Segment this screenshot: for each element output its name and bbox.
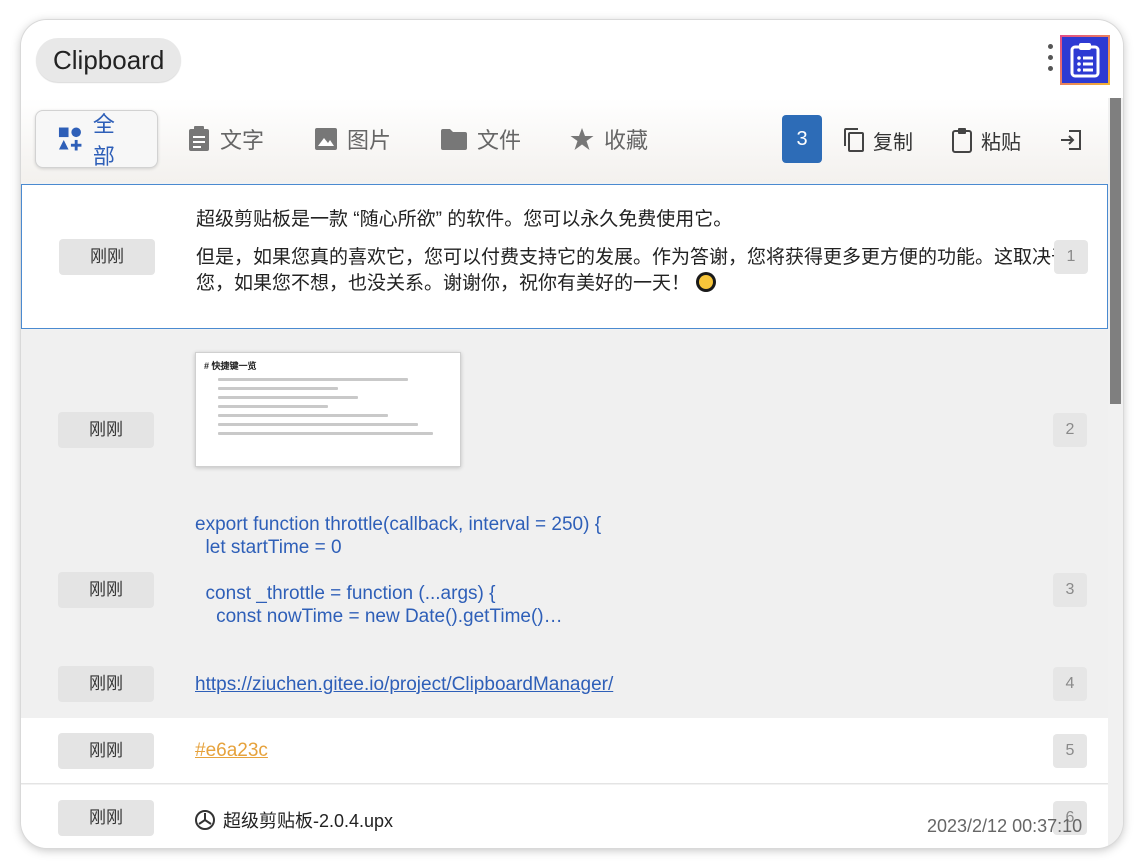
image-icon [315,128,337,150]
copy-button[interactable]: 复制 [843,125,913,155]
code-snippet: export function throttle(callback, inter… [195,514,602,627]
app-title: Clipboard [36,38,182,82]
star-icon [570,128,594,150]
tab-label: 图片 [347,128,392,153]
selected-count-badge: 3 [782,115,822,163]
tab-label: 文字 [220,128,265,153]
time-button[interactable]: 刚刚 [58,733,154,769]
time-button[interactable]: 刚刚 [58,800,154,836]
tab-label: 全部 [92,112,115,169]
item-index: 2 [1053,413,1087,447]
item-index: 3 [1053,573,1087,607]
time-button[interactable]: 刚刚 [58,412,154,448]
tab-label: 文件 [477,128,522,153]
clipboard-item-color[interactable]: 刚刚 #e6a23c 5 [21,718,1108,784]
copy-label: 复制 [873,131,913,154]
time-button[interactable]: 刚刚 [59,239,155,275]
scrollbar[interactable] [1108,98,1123,848]
tab-files[interactable]: 文件 [419,110,543,168]
tab-images[interactable]: 图片 [293,110,413,168]
clipboard-item-text[interactable]: 刚刚 超级剪贴板是一款 “随心所欲” 的软件。您可以永久免费使用它。 但是，如果… [21,184,1108,329]
package-icon [195,810,215,830]
file-name: 超级剪贴板-2.0.4.upx [223,811,394,831]
image-thumbnail: # 快捷键一览 [195,352,461,467]
timestamp-label: 2023/2/12 00:37:10 [927,816,1083,836]
thumbnail-heading: # 快捷键一览 [204,361,257,371]
toolbar: 全部 文字 图片 文件 收藏 3 复制 粘贴 [21,98,1123,182]
folder-icon [441,129,467,150]
item-index: 4 [1053,667,1087,701]
sun-emoji-icon [696,272,717,292]
tab-favorites[interactable]: 收藏 [548,110,670,168]
paste-icon [952,128,972,153]
exit-icon [1061,130,1081,150]
time-button[interactable]: 刚刚 [58,572,154,608]
title-bar: Clipboard [21,20,1123,98]
more-vert-icon[interactable] [1045,44,1055,76]
exit-button[interactable] [1059,125,1083,155]
text-paragraph: 超级剪贴板是一款 “随心所欲” 的软件。您可以永久免费使用它。 [196,209,733,230]
clipboard-item-link[interactable]: 刚刚 https://ziuchen.gitee.io/project/Clip… [21,662,1108,718]
tab-text[interactable]: 文字 [166,110,286,168]
paste-label: 粘贴 [981,131,1021,154]
tab-all[interactable]: 全部 [35,110,158,169]
color-value[interactable]: #e6a23c [195,740,268,762]
category-icon [58,127,82,151]
file-entry: 超级剪贴板-2.0.4.upx [195,807,393,833]
copy-icon [844,128,864,152]
clipboard-item-image[interactable]: 刚刚 # 快捷键一览 2 [21,330,1108,493]
scrollbar-thumb[interactable] [1110,98,1121,404]
tab-label: 收藏 [604,128,649,153]
url-link[interactable]: https://ziuchen.gitee.io/project/Clipboa… [195,674,613,696]
item-text-content: 超级剪贴板是一款 “随心所欲” 的软件。您可以永久免费使用它。 但是，如果您真的… [196,207,1086,297]
clipboard-list: 刚刚 超级剪贴板是一款 “随心所欲” 的软件。您可以永久免费使用它。 但是，如果… [21,182,1108,848]
item-index: 1 [1054,240,1088,274]
app-window: Clipboard 全部 文字 图片 文件 收藏 3 复制 粘贴 刚刚 超级剪贴… [21,20,1123,848]
text-paragraph: 但是，如果您真的喜欢它，您可以付费支持它的发展。作为答谢，您将获得更多更方便的功… [196,247,1071,294]
time-button[interactable]: 刚刚 [58,666,154,702]
item-index: 5 [1053,734,1087,768]
paste-button[interactable]: 粘贴 [951,125,1021,155]
clipboard-item-code[interactable]: 刚刚 export function throttle(callback, in… [21,493,1108,662]
clipboard-app-icon [1060,35,1110,85]
text-icon [189,126,209,151]
